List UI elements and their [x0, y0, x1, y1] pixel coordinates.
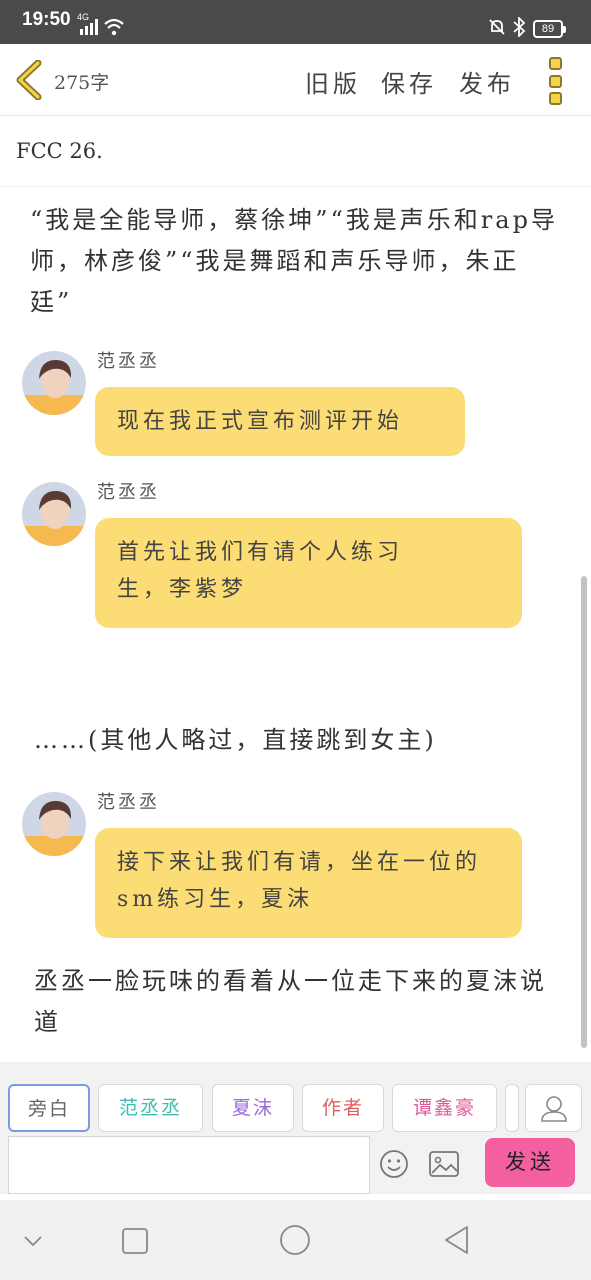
role-label: 旁白 [27, 1098, 70, 1120]
role-manager-button[interactable] [525, 1084, 582, 1132]
recents-square-icon[interactable] [122, 1228, 148, 1254]
chevron-down-icon[interactable] [23, 1235, 43, 1247]
composer-panel: 旁白 范丞丞 夏沫 作者 谭鑫豪 发送 [0, 1062, 591, 1194]
status-bar: 19:50 4G 89 [0, 0, 591, 44]
mute-bell-icon [489, 19, 505, 35]
story-title[interactable]: FCC 26. [16, 139, 103, 163]
editor-header: 275字 旧版 保存 发布 [0, 44, 591, 116]
signal-icon [80, 19, 98, 35]
chevron-left-icon[interactable] [14, 60, 44, 100]
more-vertical-icon[interactable] [549, 57, 567, 105]
message-bubble[interactable]: 接下来让我们有请，坐在一位的sm练习生，夏沫 [95, 828, 522, 938]
back-triangle-icon[interactable] [443, 1225, 469, 1255]
title-row[interactable]: FCC 26. [0, 117, 591, 187]
role-tab-narrator[interactable]: 旁白 [8, 1084, 90, 1132]
scrollbar[interactable] [581, 576, 587, 1048]
bluetooth-icon [513, 17, 526, 37]
role-tab-tanxinhao[interactable]: 谭鑫豪 [392, 1084, 497, 1132]
wifi-icon [104, 18, 124, 36]
intro-narration: “我是全能导师，蔡徐坤”“我是声乐和rap导师，林彦俊”“我是舞蹈和声乐导师，朱… [30, 206, 558, 316]
user-icon [541, 1096, 567, 1122]
outro-narration: 丞丞一脸玩味的看着从一位走下来的夏沫说道 [34, 967, 547, 1036]
image-icon[interactable] [428, 1150, 460, 1178]
role-label: 范丞丞 [118, 1097, 182, 1119]
save-button[interactable]: 保存 [381, 64, 437, 99]
publish-button[interactable]: 发布 [459, 64, 515, 99]
role-label: 谭鑫豪 [412, 1097, 476, 1119]
send-button[interactable]: 发送 [485, 1138, 575, 1187]
old-version-button[interactable]: 旧版 [305, 64, 361, 99]
word-count: 275字 [54, 72, 110, 94]
skip-note: ……(其他人略过，直接跳到女主) [34, 726, 437, 754]
home-circle-icon[interactable] [279, 1224, 311, 1256]
story-content[interactable]: “我是全能导师，蔡徐坤”“我是声乐和rap导师，林彦俊”“我是舞蹈和声乐导师，朱… [0, 188, 591, 1060]
message-bubble[interactable]: 现在我正式宣布测评开始 [95, 387, 465, 456]
role-tab-author[interactable]: 作者 [302, 1084, 384, 1132]
role-label: 作者 [321, 1097, 364, 1119]
avatar [22, 351, 86, 415]
speaker-name: 范丞丞 [97, 482, 160, 503]
role-tab-overflow[interactable] [505, 1084, 519, 1132]
system-nav-bar [0, 1200, 591, 1280]
avatar [22, 482, 86, 546]
role-tab-fanchengcheng[interactable]: 范丞丞 [98, 1084, 203, 1132]
avatar [22, 792, 86, 856]
status-time: 19:50 [22, 9, 71, 30]
speaker-name: 范丞丞 [97, 792, 160, 813]
speaker-name: 范丞丞 [97, 351, 160, 372]
message-input[interactable] [8, 1136, 370, 1194]
role-tab-xiamo[interactable]: 夏沫 [212, 1084, 294, 1132]
message-bubble[interactable]: 首先让我们有请个人练习生，李紫梦 [95, 518, 522, 628]
battery-indicator: 89 [533, 20, 566, 38]
role-label: 夏沫 [231, 1097, 274, 1119]
emoji-icon[interactable] [378, 1148, 410, 1180]
